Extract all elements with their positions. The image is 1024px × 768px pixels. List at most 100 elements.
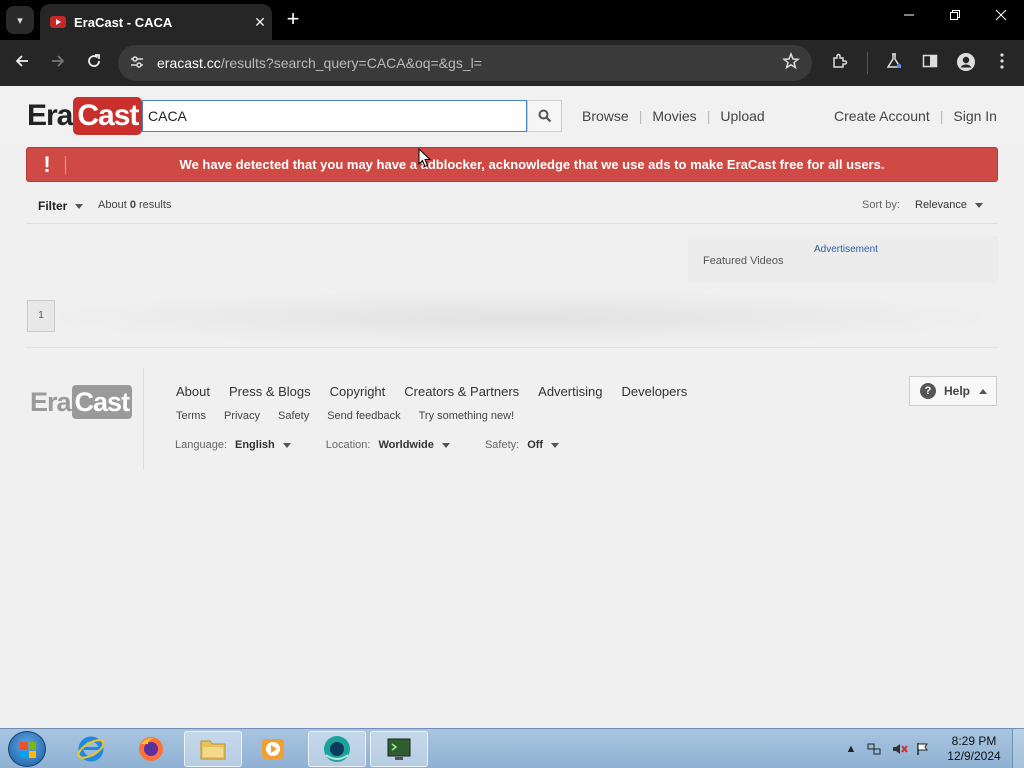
new-tab-button[interactable]: +	[282, 8, 304, 32]
logo-cast-text: Cast	[73, 97, 143, 135]
results-filter-bar: Filter About 0 results Sort by: Relevanc…	[26, 192, 998, 224]
alert-icon: !	[43, 152, 51, 177]
footer-creators-link[interactable]: Creators & Partners	[404, 384, 519, 399]
internet-explorer-icon	[77, 736, 105, 762]
monitor-icon	[387, 738, 411, 760]
firefox-taskbar-button[interactable]	[122, 731, 180, 767]
clock-date: 12/9/2024	[947, 749, 1001, 763]
footer-logo[interactable]: Era Cast	[30, 384, 133, 420]
labs-button[interactable]	[883, 52, 905, 74]
footer-logo-era: Era	[30, 386, 72, 417]
reload-button[interactable]	[81, 50, 107, 76]
safety-picker[interactable]: Safety: Off	[485, 439, 560, 451]
toolbar-divider	[867, 52, 868, 74]
url-host: eracast.cc	[157, 55, 221, 71]
footer-copyright-link[interactable]: Copyright	[330, 384, 386, 399]
browser-menu-button[interactable]	[991, 52, 1013, 74]
chrome-app-taskbar-button[interactable]	[308, 731, 366, 767]
footer-logo-cast: Cast	[71, 385, 133, 419]
tray-expand-icon[interactable]: ▲	[844, 742, 858, 756]
profile-icon	[957, 53, 975, 71]
footer-safety-link[interactable]: Safety	[278, 410, 309, 422]
create-account-link[interactable]: Create Account	[824, 108, 940, 124]
search-input[interactable]	[142, 100, 527, 132]
flask-icon	[886, 53, 902, 69]
search-icon	[538, 109, 551, 123]
media-player-icon	[262, 739, 284, 759]
chevron-down-icon: ▾	[17, 14, 23, 27]
volume-muted-icon[interactable]	[892, 742, 908, 756]
side-panel-button[interactable]	[919, 52, 941, 74]
featured-videos-label: Featured Videos	[703, 255, 784, 267]
tab-title: EraCast - CACA	[74, 14, 173, 30]
tab-close-icon[interactable]: ✕	[248, 14, 272, 31]
adblock-banner[interactable]: ! We have detected that you may have a a…	[26, 147, 998, 182]
help-label: Help	[944, 384, 971, 398]
bookmark-button[interactable]	[782, 51, 800, 75]
back-button[interactable]	[9, 50, 35, 76]
location-label: Location:	[325, 439, 371, 451]
footer-advertising-link[interactable]: Advertising	[538, 384, 602, 399]
terminal-taskbar-button[interactable]	[370, 731, 428, 767]
nav-browse-link[interactable]: Browse	[572, 108, 639, 124]
windows-taskbar: ▲ 8:29 PM 12/9/2024	[0, 728, 1024, 768]
caret-down-icon	[441, 442, 450, 448]
url-path: /results?search_query=CACA&oq=&gs_l=	[220, 55, 482, 71]
filter-dropdown[interactable]: Filter	[38, 199, 84, 213]
network-icon[interactable]	[867, 742, 881, 756]
star-icon	[782, 51, 800, 70]
location-picker[interactable]: Location: Worldwide	[326, 439, 450, 451]
restore-button[interactable]	[932, 8, 978, 32]
taskbar-clock[interactable]: 8:29 PM 12/9/2024	[944, 734, 1004, 764]
close-window-button[interactable]	[978, 8, 1024, 32]
profile-button[interactable]	[955, 52, 977, 74]
footer-developers-link[interactable]: Developers	[621, 384, 687, 399]
eracast-logo[interactable]: Era Cast	[27, 96, 143, 136]
footer-about-link[interactable]: About	[176, 384, 210, 399]
footer-privacy-link[interactable]: Privacy	[224, 410, 260, 422]
media-player-taskbar-button[interactable]	[244, 731, 302, 767]
page-number-button[interactable]: 1	[27, 300, 55, 332]
show-desktop-button[interactable]	[1012, 729, 1024, 768]
address-bar[interactable]: eracast.cc/results?search_query=CACA&oq=…	[118, 45, 812, 81]
site-info-button[interactable]	[128, 54, 146, 72]
sign-in-link[interactable]: Sign In	[943, 108, 1007, 124]
kebab-menu-icon	[1000, 53, 1004, 69]
firefox-icon	[139, 737, 163, 761]
caret-down-icon	[75, 204, 84, 210]
footer-pickers: Language: English Location: Worldwide Safe…	[175, 439, 591, 451]
tab-list-button[interactable]: ▾	[6, 6, 34, 34]
language-label: Language:	[175, 439, 227, 451]
sort-by-dropdown[interactable]: Relevance	[915, 199, 983, 211]
results-suffix: results	[135, 199, 172, 211]
safety-value: Off	[527, 439, 544, 451]
file-explorer-taskbar-button[interactable]	[184, 731, 242, 767]
footer-try-new-link[interactable]: Try something new!	[419, 410, 515, 422]
internet-explorer-taskbar-button[interactable]	[62, 731, 120, 767]
language-value: English	[235, 439, 275, 451]
caret-up-icon	[979, 388, 988, 394]
footer-terms-link[interactable]: Terms	[176, 410, 206, 422]
language-picker[interactable]: Language: English	[175, 439, 291, 451]
tune-icon	[131, 56, 143, 68]
close-icon	[995, 9, 1007, 21]
minimize-button[interactable]	[886, 8, 932, 32]
nav-upload-link[interactable]: Upload	[710, 108, 774, 124]
eracast-favicon-icon	[50, 16, 66, 28]
extensions-button[interactable]	[829, 52, 851, 74]
reload-icon	[88, 54, 100, 67]
advertisement-link[interactable]: Advertisement	[814, 244, 878, 255]
nav-movies-link[interactable]: Movies	[642, 108, 706, 124]
caret-down-icon	[551, 442, 560, 448]
side-panel-icon	[922, 54, 938, 68]
action-center-flag-icon[interactable]	[916, 742, 930, 756]
caret-down-icon	[974, 202, 983, 208]
footer-feedback-link[interactable]: Send feedback	[327, 410, 400, 422]
help-button[interactable]: ? Help	[909, 376, 997, 406]
start-button[interactable]	[8, 731, 46, 767]
footer-press-link[interactable]: Press & Blogs	[229, 384, 311, 399]
browser-tab[interactable]: EraCast - CACA ✕	[40, 4, 272, 40]
mouse-cursor-icon	[418, 148, 432, 168]
forward-button[interactable]	[45, 50, 71, 76]
search-button[interactable]	[527, 100, 562, 132]
